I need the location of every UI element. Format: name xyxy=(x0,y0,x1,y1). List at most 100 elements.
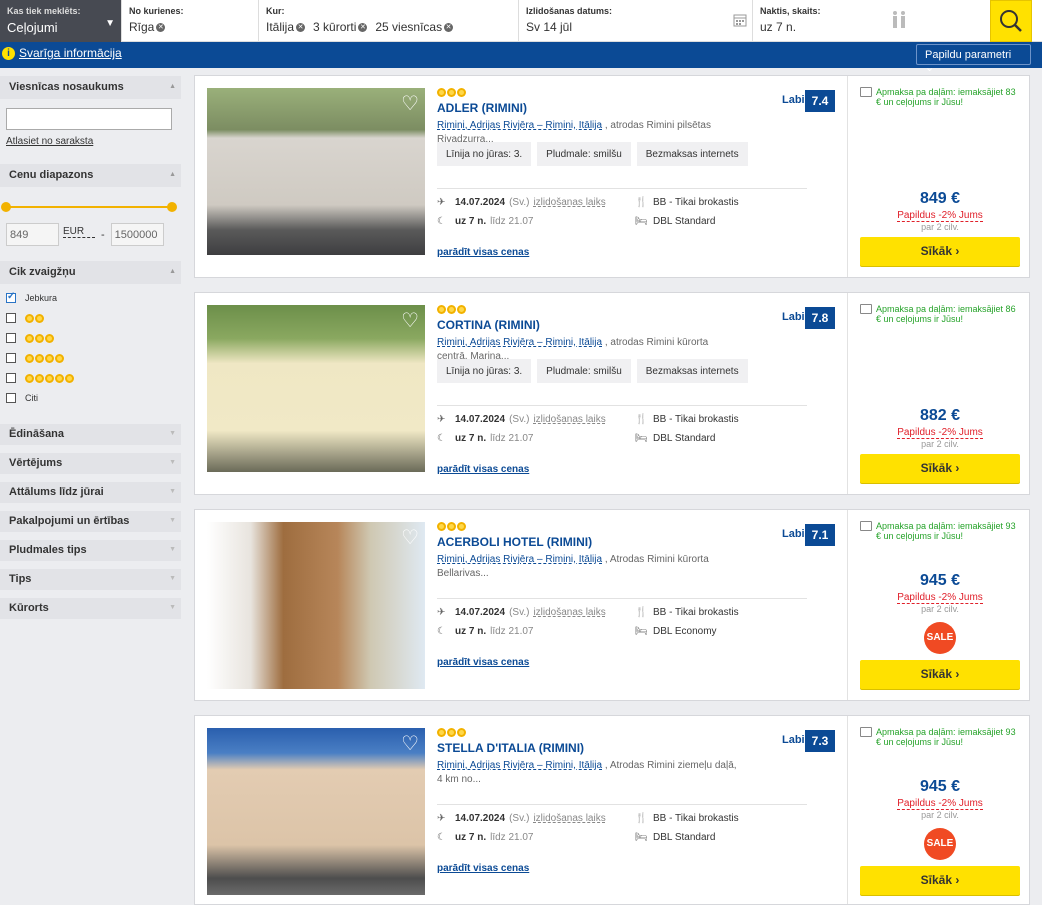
travelers-icon[interactable] xyxy=(891,10,907,30)
remove-icon[interactable]: ✕ xyxy=(444,22,454,32)
heart-icon[interactable]: ♡ xyxy=(401,734,419,754)
filter-section-distance[interactable]: Attālums līdz jūrai ▼ xyxy=(0,482,181,503)
departure-date: 14.07.2024 xyxy=(455,414,506,425)
hotel-photo[interactable]: ♡ xyxy=(207,88,425,255)
where-field[interactable]: Kur: Itālija ✕ 3 kūrorti ✕ 25 viesnīcas ✕ xyxy=(259,0,519,42)
room-type: DBL Standard xyxy=(653,832,716,843)
checkbox-checked[interactable] xyxy=(6,291,16,303)
room-type: DBL Standard xyxy=(653,433,716,444)
filter-section-meals[interactable]: Ēdināšana ▼ xyxy=(0,424,181,445)
star-icon xyxy=(457,88,466,97)
price-per-people: par 2 cilv. xyxy=(921,439,959,449)
checkbox[interactable] xyxy=(6,353,16,363)
stars-filter-header[interactable]: Cik zvaigžņu ▲ xyxy=(0,261,181,284)
checkbox[interactable] xyxy=(6,373,16,383)
hotel-stars xyxy=(437,88,467,100)
star-icon xyxy=(457,305,466,314)
hotel-name[interactable]: ACERBOLI HOTEL (RIMINI) xyxy=(437,535,592,549)
heart-icon[interactable]: ♡ xyxy=(401,528,419,548)
divider xyxy=(847,293,848,494)
departure-time-link[interactable]: izlidošanas laiks xyxy=(533,414,605,425)
heart-icon[interactable]: ♡ xyxy=(401,94,419,114)
important-info-link[interactable]: i Svarīga informācija xyxy=(2,46,122,60)
hotel-name-filter-header[interactable]: Viesnīcas nosaukums ▲ xyxy=(0,76,181,99)
filter-section-beach[interactable]: Pludmales tips ▼ xyxy=(0,540,181,561)
hotel-location: Rimini, Adrijas Rivjēra – Rimini, Itālij… xyxy=(437,759,737,787)
hotel-photo[interactable]: ♡ xyxy=(207,728,425,895)
stars-3-option[interactable] xyxy=(6,332,182,344)
checkbox[interactable] xyxy=(6,333,16,343)
filter-section-type[interactable]: Tips ▼ xyxy=(0,569,181,590)
divider xyxy=(437,405,807,406)
star-icon xyxy=(55,353,64,363)
from-field[interactable]: No kurienes: Rīga ✕ xyxy=(122,0,259,42)
details-button[interactable]: Sīkāk › xyxy=(860,866,1020,895)
remove-icon[interactable]: ✕ xyxy=(358,22,368,32)
details-button[interactable]: Sīkāk › xyxy=(860,660,1020,689)
search-button[interactable] xyxy=(990,0,1032,42)
hotel-name-input[interactable] xyxy=(6,108,172,130)
hotel-name[interactable]: STELLA D'ITALIA (RIMINI) xyxy=(437,741,584,755)
return-date: līdz 21.07 xyxy=(490,626,534,637)
hotel-stars xyxy=(437,305,467,317)
hotel-name[interactable]: ADLER (RIMINI) xyxy=(437,101,527,115)
where-country: Itālija xyxy=(266,20,295,34)
sale-badge: SALE xyxy=(924,622,956,654)
location-link[interactable]: Rimini, Adrijas Rivjēra – Rimini, Itālij… xyxy=(437,554,602,565)
star-icon xyxy=(25,313,34,323)
price-slider[interactable] xyxy=(1,201,177,213)
filter-section-rating[interactable]: Vērtējums ▼ xyxy=(0,453,181,474)
departure-day: (Sv.) xyxy=(509,813,530,824)
stars-2-option[interactable] xyxy=(6,312,182,324)
remove-icon[interactable]: ✕ xyxy=(156,22,166,32)
stars-other-label: Citi xyxy=(25,393,38,403)
return-date: līdz 21.07 xyxy=(490,433,534,444)
departure-time-link[interactable]: izlidošanas laiks xyxy=(533,607,605,618)
hotel-name[interactable]: CORTINA (RIMINI) xyxy=(437,318,540,332)
departure-row: ✈ 14.07.2024 (Sv.) izlidošanas laiks xyxy=(437,813,606,824)
show-all-prices-link[interactable]: parādīt visas cenas xyxy=(437,464,529,475)
departure-time-link[interactable]: izlidošanas laiks xyxy=(533,813,605,824)
price-min-input[interactable]: 849 xyxy=(6,223,59,246)
price-max-handle[interactable] xyxy=(167,202,177,212)
price-filter-header[interactable]: Cenu diapazons ▲ xyxy=(0,164,181,187)
price-max-input[interactable]: 1500000 xyxy=(110,223,164,246)
remove-icon[interactable]: ✕ xyxy=(296,22,306,32)
bed-icon: 🛏 xyxy=(635,216,648,227)
location-link[interactable]: Rimini, Adrijas Rivjēra – Rimini, Itālij… xyxy=(437,120,602,131)
departure-time-link[interactable]: izlidošanas laiks xyxy=(533,197,605,208)
hotel-photo[interactable]: ♡ xyxy=(207,305,425,472)
select-from-list-link[interactable]: Atlasiet no saraksta xyxy=(6,136,182,147)
chevron-down-icon: ▼ xyxy=(169,546,176,553)
date-field[interactable]: Izlidošanas datums: Sv 14 jūl xyxy=(519,0,753,42)
show-all-prices-link[interactable]: parādīt visas cenas xyxy=(437,863,529,874)
nights-field[interactable]: Naktis, skaits: uz 7 n. xyxy=(753,0,990,42)
show-all-prices-link[interactable]: parādīt visas cenas xyxy=(437,247,529,258)
installment-info: Apmaksa pa daļām: iemaksājiet 86 € un ce… xyxy=(860,304,1020,324)
stars-any-option[interactable]: Jebkura xyxy=(6,291,182,304)
details-button[interactable]: Sīkāk › xyxy=(860,454,1020,483)
filter-section-resort[interactable]: Kūrorts ▼ xyxy=(0,598,181,619)
heart-icon[interactable]: ♡ xyxy=(401,311,419,331)
divider xyxy=(847,510,848,700)
chevron-down-icon: ▼ xyxy=(169,488,176,495)
stars-other-option[interactable]: Citi xyxy=(6,392,182,404)
search-type-select[interactable]: Kas tiek meklēts: Ceļojumi ▼ xyxy=(0,0,122,42)
currency-select[interactable]: EUR xyxy=(63,226,95,238)
hotel-photo[interactable]: ♡ xyxy=(207,522,425,689)
price-min-handle[interactable] xyxy=(1,202,11,212)
star-icon xyxy=(35,333,44,343)
stars-5-option[interactable] xyxy=(6,372,182,384)
room-row: 🛏 DBL Standard xyxy=(635,433,715,444)
installment-info: Apmaksa pa daļām: iemaksājiet 93 € un ce… xyxy=(860,727,1020,747)
filter-section-services[interactable]: Pakalpojumi un ērtības ▼ xyxy=(0,511,181,532)
hotel-tags: Līnija no jūras: 3. Pludmale: smilšu Bezma… xyxy=(437,142,748,166)
details-button[interactable]: Sīkāk › xyxy=(860,237,1020,266)
checkbox[interactable] xyxy=(6,393,16,403)
stars-4-option[interactable] xyxy=(6,352,182,364)
more-params-button[interactable]: Papildu parametri ⌄ xyxy=(916,44,1031,74)
location-link[interactable]: Rimini, Adrijas Rivjēra – Rimini, Itālij… xyxy=(437,337,602,348)
checkbox[interactable] xyxy=(6,313,16,323)
location-link[interactable]: Rimini, Adrijas Rivjēra – Rimini, Itālij… xyxy=(437,760,602,771)
show-all-prices-link[interactable]: parādīt visas cenas xyxy=(437,657,529,668)
